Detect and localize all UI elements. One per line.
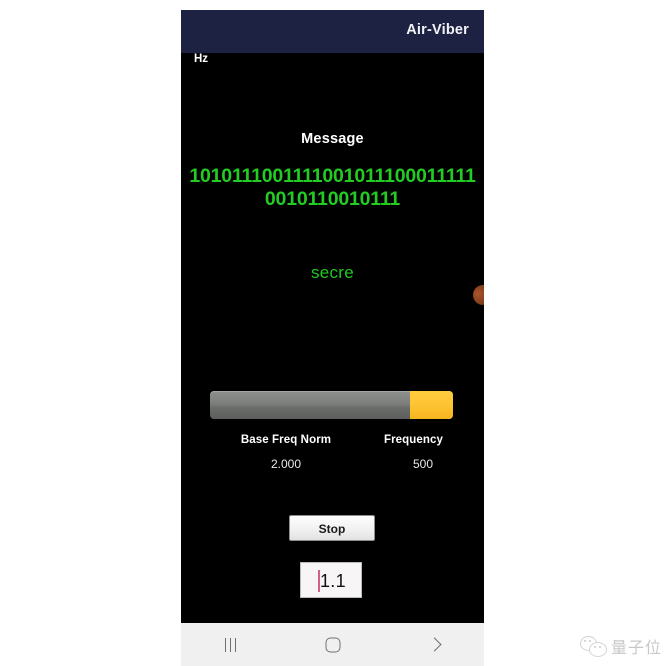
bitstream-display: 1010111001111001011100011111001011001011… <box>189 165 476 211</box>
frequency-input-value: 1.1 <box>320 571 346 591</box>
nav-recents-button[interactable] <box>181 623 282 666</box>
wechat-icon <box>579 636 607 657</box>
home-icon <box>325 637 340 652</box>
frequency-value: 500 <box>412 457 434 471</box>
edge-indicator-dot <box>473 285 484 305</box>
watermark: 量子位 <box>579 634 662 658</box>
phone-screenshot: Air-Viber Message 1010111001111001011100… <box>181 10 484 666</box>
nav-home-button[interactable] <box>282 623 383 666</box>
app-title: Air-Viber <box>406 22 469 38</box>
app-content: Message 10101110011110010111000111110010… <box>181 53 484 623</box>
recents-icon <box>224 637 239 652</box>
message-label: Message <box>301 131 364 147</box>
base-freq-norm-value: 2.000 <box>270 457 302 471</box>
slider-thumb[interactable] <box>410 391 453 419</box>
back-chevron-icon <box>426 637 441 652</box>
amplitude-slider[interactable] <box>210 391 453 419</box>
frequency-label: Frequency <box>383 434 444 446</box>
nav-back-button[interactable] <box>383 623 484 666</box>
bitstream-line-1: 10101110011110010111 <box>189 165 395 187</box>
android-nav-bar <box>181 623 484 666</box>
decoded-text: secre <box>310 263 355 282</box>
base-freq-norm-label: Base Freq Norm <box>240 434 332 446</box>
app-bar: Air-Viber <box>181 10 484 53</box>
stop-button[interactable]: Stop <box>289 515 375 541</box>
bitstream-line-3: 1 <box>389 188 401 210</box>
frequency-unit: Hz <box>193 53 209 65</box>
frequency-input[interactable]: 1.1 <box>300 562 362 598</box>
watermark-text: 量子位 <box>610 638 662 657</box>
